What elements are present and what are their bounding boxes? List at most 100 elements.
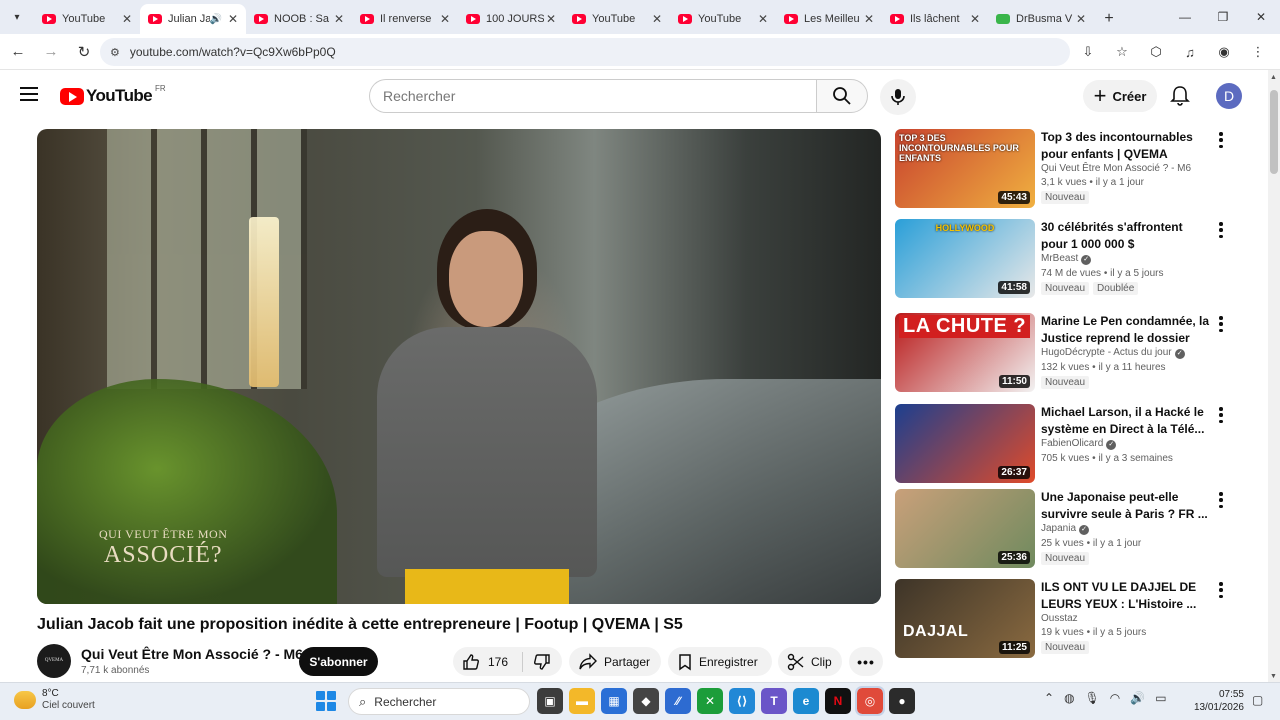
create-button[interactable]: + Créer: [1083, 80, 1157, 112]
recommended-title[interactable]: ILS ONT VU LE DAJJEL DE LEURS YEUX : L'H…: [1041, 579, 1211, 612]
recommended-title[interactable]: Une Japonaise peut-elle survivre seule à…: [1041, 489, 1211, 522]
recommended-video[interactable]: TOP 3 DES INCONTOURNABLES POUR ENFANTS 45…: [895, 129, 1223, 209]
maximize-button[interactable]: ❐: [1204, 0, 1242, 34]
browser-menu-icon[interactable]: ⋮: [1244, 38, 1272, 66]
tab-search-menu-button[interactable]: ▾: [0, 0, 34, 34]
video-thumbnail[interactable]: TOP 3 DES INCONTOURNABLES POUR ENFANTS 45…: [895, 129, 1035, 208]
more-options-icon[interactable]: [1219, 222, 1223, 238]
notification-center-icon[interactable]: ▢: [1252, 693, 1263, 707]
windows-start-icon[interactable]: [316, 691, 336, 711]
search-button[interactable]: [816, 79, 868, 113]
address-bar[interactable]: ⚙ youtube.com/watch?v=Qc9Xw6bPp0Q: [100, 38, 1070, 66]
volume-icon[interactable]: 🔊: [1130, 691, 1145, 705]
more-options-icon[interactable]: [1219, 582, 1223, 598]
tray-app-icon[interactable]: ◍: [1064, 691, 1074, 705]
taskbar-clock[interactable]: 07:55 13/01/2026: [1188, 688, 1244, 714]
more-options-icon[interactable]: [1219, 132, 1223, 148]
taskbar-search-box[interactable]: ⌕ Rechercher: [348, 688, 530, 715]
recommended-video[interactable]: 25:36 Une Japonaise peut-elle survivre se…: [895, 489, 1223, 569]
tab-close-icon[interactable]: ✕: [120, 12, 134, 26]
battery-icon[interactable]: ▭: [1155, 691, 1166, 705]
tray-overflow-chevron-icon[interactable]: ⌃: [1044, 691, 1054, 705]
recommended-channel[interactable]: Japania: [1041, 523, 1076, 534]
tab-close-icon[interactable]: ✕: [968, 12, 982, 26]
recommended-title[interactable]: Michael Larson, il a Hacké le système en…: [1041, 404, 1211, 437]
site-info-icon[interactable]: ⚙: [110, 46, 120, 59]
edge-icon[interactable]: e: [793, 688, 819, 714]
account-avatar[interactable]: D: [1216, 83, 1242, 109]
browser-tab[interactable]: YouTube ✕: [34, 4, 140, 34]
browser-tab[interactable]: Ils lâchent ✕: [882, 4, 988, 34]
recommended-video[interactable]: DAJJAL 11:25 ILS ONT VU LE DAJJEL DE LEURS…: [895, 579, 1223, 659]
recommended-channel[interactable]: FabienOlicard: [1041, 438, 1103, 449]
more-actions-button[interactable]: •••: [849, 647, 883, 676]
chrome-icon[interactable]: ◎: [855, 686, 885, 716]
voice-search-button[interactable]: [880, 79, 916, 115]
video-thumbnail[interactable]: DAJJAL 11:25: [895, 579, 1035, 658]
browser-tab[interactable]: Les Meilleu ✕: [776, 4, 882, 34]
tab-audio-icon[interactable]: 🔊: [210, 14, 222, 25]
new-tab-button[interactable]: +: [1094, 4, 1124, 34]
more-options-icon[interactable]: [1219, 316, 1223, 332]
install-app-icon[interactable]: ⇩: [1074, 38, 1102, 66]
xbox-icon[interactable]: ✕: [697, 688, 723, 714]
recommended-title[interactable]: 30 célébrités s'affrontent pour 1 000 00…: [1041, 219, 1211, 252]
bookmark-star-icon[interactable]: ☆: [1108, 38, 1136, 66]
video-thumbnail[interactable]: LA CHUTE ? 11:50: [895, 313, 1035, 392]
teams-icon[interactable]: T: [761, 688, 787, 714]
profile-icon[interactable]: ◉: [1210, 38, 1238, 66]
recommended-channel[interactable]: Ousstaz: [1041, 613, 1078, 624]
cube-app-icon[interactable]: ◆: [633, 688, 659, 714]
tab-close-icon[interactable]: ✕: [650, 12, 664, 26]
guide-menu-icon[interactable]: [20, 87, 38, 101]
page-scrollbar[interactable]: ▲ ▼: [1268, 70, 1280, 682]
browser-tab[interactable]: DrBusma V ✕: [988, 4, 1094, 34]
youtube-logo[interactable]: YouTube FR: [60, 84, 166, 106]
more-options-icon[interactable]: [1219, 407, 1223, 423]
recommended-channel[interactable]: HugoDécrypte - Actus du jour: [1041, 347, 1172, 358]
scrollbar-thumb[interactable]: [1270, 90, 1278, 174]
tab-close-icon[interactable]: ✕: [862, 12, 876, 26]
tab-close-icon[interactable]: ✕: [332, 12, 346, 26]
browser-tab[interactable]: Julian Jacob🔊 ✕: [140, 4, 246, 34]
recommended-video[interactable]: LA CHUTE ? 11:50 Marine Le Pen condamnée, …: [895, 313, 1223, 393]
extensions-icon[interactable]: ⬡: [1142, 38, 1170, 66]
back-button[interactable]: ←: [3, 37, 33, 67]
video-thumbnail[interactable]: 25:36: [895, 489, 1035, 568]
tray-mic-icon[interactable]: 🎙: [1085, 691, 1100, 705]
video-thumbnail[interactable]: HOLLYWOOD 41:58: [895, 219, 1035, 298]
obs-icon[interactable]: ●: [889, 688, 915, 714]
task-view-icon[interactable]: ▣: [537, 688, 563, 714]
browser-tab[interactable]: YouTube ✕: [670, 4, 776, 34]
weather-widget[interactable]: 8°C Ciel couvert: [14, 688, 95, 712]
recommended-video[interactable]: HOLLYWOOD 41:58 30 célébrités s'affrontent…: [895, 219, 1223, 299]
clip-button[interactable]: Clip: [778, 647, 842, 676]
tab-close-icon[interactable]: ✕: [544, 12, 558, 26]
recommended-channel[interactable]: Qui Veut Être Mon Associé ? - M6: [1041, 163, 1191, 174]
subscribe-button[interactable]: S'abonner: [299, 647, 378, 676]
visual-studio-icon[interactable]: ∕∕: [665, 688, 691, 714]
minimize-button[interactable]: —: [1166, 0, 1204, 34]
video-player[interactable]: QUI VEUT ÊTRE MON ASSOCIÉ?: [37, 129, 881, 604]
share-button[interactable]: Partager: [569, 647, 661, 676]
browser-tab[interactable]: YouTube ✕: [564, 4, 670, 34]
scroll-up-arrow-icon[interactable]: ▲: [1270, 74, 1277, 81]
wifi-icon[interactable]: ◠: [1110, 691, 1120, 705]
recommended-channel[interactable]: MrBeast: [1041, 253, 1078, 264]
file-explorer-icon[interactable]: ▬: [569, 688, 595, 714]
save-button[interactable]: Enregistrer: [668, 647, 772, 676]
netflix-icon[interactable]: N: [825, 688, 851, 714]
notifications-bell-icon[interactable]: [1168, 84, 1192, 108]
tab-close-icon[interactable]: ✕: [438, 12, 452, 26]
dislike-button[interactable]: [523, 653, 561, 671]
close-window-button[interactable]: ✕: [1242, 0, 1280, 34]
like-button[interactable]: 176: [453, 651, 523, 672]
scroll-down-arrow-icon[interactable]: ▼: [1270, 673, 1277, 680]
store-icon[interactable]: ▦: [601, 688, 627, 714]
browser-tab[interactable]: NOOB : Sa ✕: [246, 4, 352, 34]
recommended-title[interactable]: Top 3 des incontournables pour enfants |…: [1041, 129, 1211, 162]
browser-tab[interactable]: Il renverse ✕: [352, 4, 458, 34]
channel-avatar[interactable]: QVEMA: [37, 644, 71, 678]
reload-button[interactable]: ↻: [69, 37, 99, 67]
more-options-icon[interactable]: [1219, 492, 1223, 508]
